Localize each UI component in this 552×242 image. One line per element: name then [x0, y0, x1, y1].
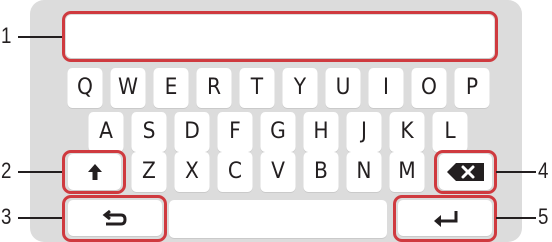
callout-number-4: 4 — [538, 158, 549, 183]
key-r[interactable]: R — [196, 68, 232, 108]
key-i[interactable]: I — [368, 68, 404, 108]
callout-line-3 — [18, 217, 62, 219]
back-key[interactable] — [68, 200, 162, 236]
callout-number-5: 5 — [538, 204, 549, 229]
arrow-up-icon — [87, 163, 103, 181]
keyboard-diagram: Q W E R T Y U I O P A S D F G H J K L Z … — [0, 0, 552, 242]
key-t[interactable]: T — [239, 68, 275, 108]
callout-line-2 — [18, 171, 62, 173]
key-j[interactable]: J — [346, 112, 382, 152]
callout-number-1: 1 — [1, 23, 12, 48]
callout-line-1 — [18, 36, 62, 38]
space-key[interactable] — [169, 200, 387, 238]
key-u[interactable]: U — [325, 68, 361, 108]
enter-key[interactable] — [398, 200, 492, 236]
key-v[interactable]: V — [260, 152, 296, 192]
key-l[interactable]: L — [432, 112, 468, 152]
key-k[interactable]: K — [389, 112, 425, 152]
key-g[interactable]: G — [260, 112, 296, 152]
keyboard-panel: Q W E R T Y U I O P A S D F G H J K L Z … — [30, 0, 522, 242]
key-w[interactable]: W — [110, 68, 146, 108]
key-f[interactable]: F — [217, 112, 253, 152]
key-y[interactable]: Y — [282, 68, 318, 108]
enter-icon — [431, 209, 459, 227]
shift-key[interactable] — [68, 154, 121, 190]
key-x[interactable]: X — [174, 152, 210, 192]
key-h[interactable]: H — [303, 112, 339, 152]
key-b[interactable]: B — [303, 152, 339, 192]
key-d[interactable]: D — [174, 112, 210, 152]
key-o[interactable]: O — [411, 68, 447, 108]
text-input-field[interactable] — [66, 15, 494, 58]
key-n[interactable]: N — [346, 152, 382, 192]
callout-line-4 — [496, 171, 536, 173]
backspace-key[interactable] — [439, 154, 492, 190]
return-back-arrow-icon — [102, 209, 128, 227]
key-e[interactable]: E — [153, 68, 189, 108]
key-s[interactable]: S — [131, 112, 167, 152]
key-m[interactable]: M — [389, 152, 425, 192]
backspace-x-icon — [446, 162, 486, 182]
key-z[interactable]: Z — [131, 152, 167, 192]
callout-number-2: 2 — [1, 158, 12, 183]
callout-number-3: 3 — [1, 204, 12, 229]
callout-line-5 — [496, 217, 536, 219]
key-q[interactable]: Q — [67, 68, 103, 108]
key-a[interactable]: A — [88, 112, 124, 152]
key-c[interactable]: C — [217, 152, 253, 192]
key-p[interactable]: P — [454, 68, 490, 108]
